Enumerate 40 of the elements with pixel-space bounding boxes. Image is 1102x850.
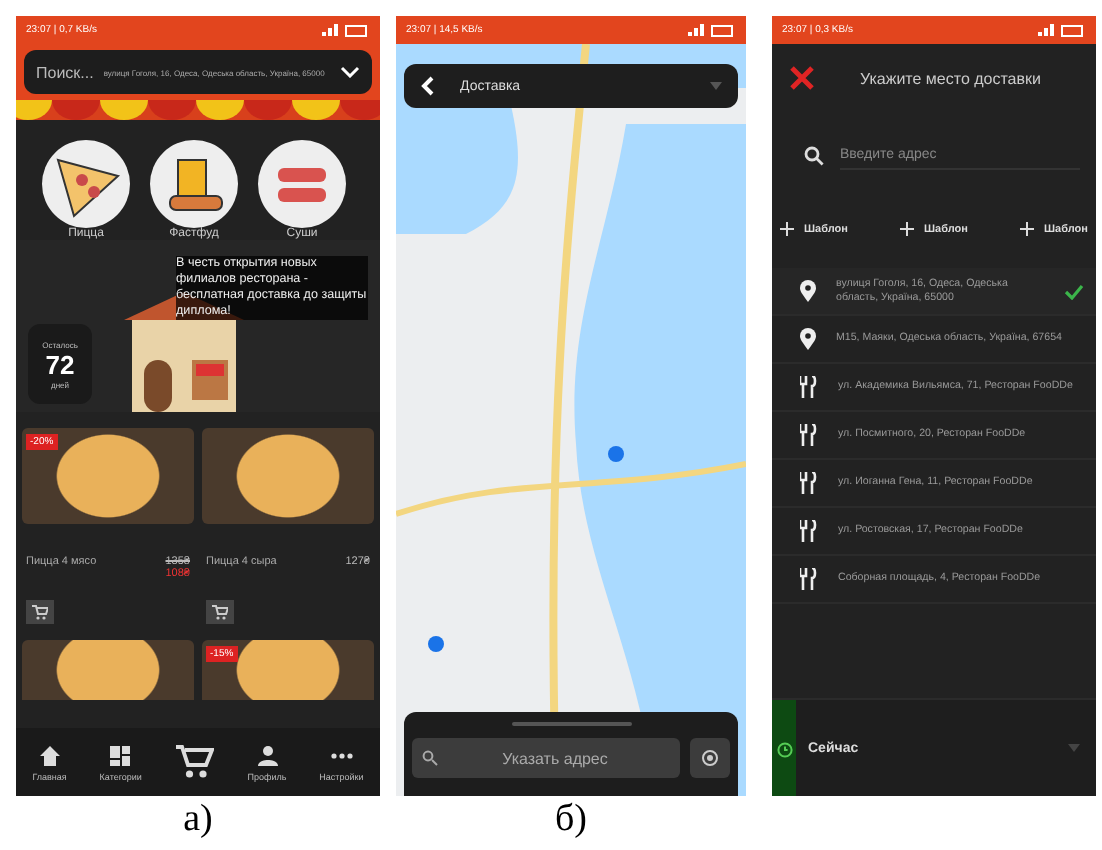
target-icon bbox=[700, 748, 720, 768]
food-category-icon[interactable] bbox=[150, 140, 238, 228]
add-to-cart-button[interactable] bbox=[206, 600, 234, 624]
back-icon[interactable] bbox=[420, 76, 436, 96]
food-category-icon[interactable] bbox=[258, 140, 346, 228]
alarm-clock-icon bbox=[775, 739, 793, 757]
chevron-down-icon[interactable] bbox=[340, 66, 360, 78]
caret-icon bbox=[1068, 744, 1080, 752]
signal-icon bbox=[318, 23, 370, 37]
fork-knife-icon bbox=[800, 424, 818, 446]
check-icon bbox=[1064, 283, 1084, 299]
cart-icon[interactable] bbox=[174, 744, 215, 780]
signal-icon bbox=[1034, 23, 1086, 37]
close-icon[interactable] bbox=[788, 64, 816, 92]
search-icon bbox=[804, 145, 824, 165]
plus-icon bbox=[780, 222, 794, 236]
fork-knife-icon bbox=[800, 472, 818, 494]
add-to-cart-button[interactable] bbox=[26, 600, 54, 624]
location-pin-icon bbox=[800, 280, 816, 302]
home-icon[interactable] bbox=[37, 743, 62, 767]
food-category-icon[interactable] bbox=[42, 140, 130, 228]
fork-knife-icon bbox=[800, 520, 818, 542]
locate-button[interactable] bbox=[690, 738, 730, 778]
grid-icon[interactable] bbox=[108, 743, 133, 767]
search-icon bbox=[422, 750, 438, 766]
figure-caption: б) bbox=[555, 796, 587, 844]
figure-caption: а) bbox=[183, 796, 213, 844]
fork-knife-icon bbox=[800, 568, 818, 590]
plus-icon bbox=[1020, 222, 1035, 236]
signal-icon bbox=[684, 23, 736, 37]
fork-knife-icon bbox=[800, 376, 818, 398]
address-search-field[interactable]: Указать адрес bbox=[412, 738, 680, 778]
countdown-value: 72 bbox=[45, 349, 75, 379]
person-icon[interactable] bbox=[255, 743, 280, 767]
screen-title: Укажите место доставки bbox=[860, 69, 1041, 87]
location-pin-icon bbox=[800, 328, 816, 350]
search-placeholder: Поиск... bbox=[36, 63, 94, 81]
cart-icon bbox=[212, 604, 228, 620]
plus-icon bbox=[900, 222, 915, 236]
cart-icon bbox=[32, 604, 48, 620]
